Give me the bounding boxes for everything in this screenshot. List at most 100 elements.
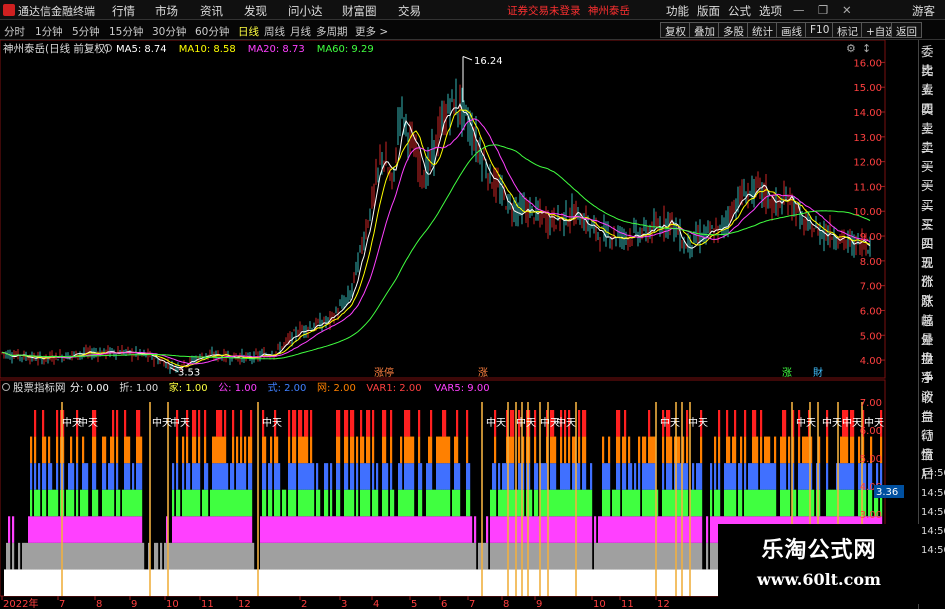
indicator-bar <box>412 436 415 464</box>
indicator-bar <box>500 516 503 543</box>
indicator-bar <box>216 436 219 464</box>
indicator-bar <box>116 516 119 543</box>
indicator-bar <box>496 516 499 543</box>
indicator-bar <box>84 516 87 543</box>
indicator-bar <box>798 489 801 517</box>
indicator-bar <box>478 542 481 570</box>
menu-function[interactable]: 功能 <box>666 3 689 19</box>
indicator-bar <box>568 436 571 464</box>
mark-button[interactable]: 标记 <box>832 22 863 38</box>
menu-news[interactable]: 资讯 <box>200 3 223 19</box>
period-tab[interactable]: 1分钟 <box>35 24 63 39</box>
indicator-bar <box>794 489 797 517</box>
login-notice[interactable]: 证券交易未登录 神州泰岳 <box>507 3 630 18</box>
draw-button[interactable]: 画线 <box>776 22 807 38</box>
indicator-bar <box>276 436 279 464</box>
indicator-bar <box>186 436 189 464</box>
indicator-bar <box>328 569 331 596</box>
menu-layout[interactable]: 版面 <box>697 3 720 19</box>
indicator-bar <box>204 410 207 437</box>
indicator-bar <box>352 463 355 490</box>
indicator-bar <box>294 489 297 517</box>
indicator-bar <box>396 516 399 543</box>
indicator-bar <box>650 516 653 543</box>
indicator-bar <box>206 542 209 570</box>
indicator-bar <box>500 542 503 570</box>
indicator-bar <box>156 569 159 596</box>
x-tick-label: 11 <box>621 599 634 609</box>
indicator-bar <box>30 516 33 543</box>
period-tab[interactable]: 30分钟 <box>152 24 186 39</box>
menu-trade[interactable]: 交易 <box>398 3 421 19</box>
indicator-bar <box>18 569 21 596</box>
period-tab[interactable]: 15分钟 <box>109 24 143 39</box>
indicator-bar <box>532 542 535 570</box>
indicator-bar <box>392 569 395 596</box>
indicator-bar <box>70 542 73 570</box>
indicator-bar <box>534 489 537 517</box>
indicator-bar <box>562 542 565 570</box>
indicator-bar <box>448 569 451 596</box>
menu-discover[interactable]: 发现 <box>244 3 267 19</box>
indicator-bar <box>92 463 95 490</box>
menu-market[interactable]: 市场 <box>155 3 178 19</box>
minimize-icon[interactable]: — <box>793 3 805 17</box>
indicator-bar <box>232 489 235 517</box>
indicator-bar <box>632 542 635 570</box>
indicator-bar <box>198 516 201 543</box>
period-tab-active[interactable]: 日线 <box>238 24 259 39</box>
back-button[interactable]: 返回 <box>891 22 922 38</box>
indicator-bar <box>422 569 425 596</box>
indicator-bar <box>334 569 337 596</box>
more-periods[interactable]: 更多 > <box>355 24 388 39</box>
indicator-bar <box>302 542 305 570</box>
indicator-bar <box>310 463 313 490</box>
menu-formula[interactable]: 公式 <box>728 3 751 19</box>
indicator-bar <box>634 569 637 596</box>
period-tab[interactable]: 分时 <box>4 24 25 39</box>
indicator-bar <box>204 516 207 543</box>
indicator-bar <box>244 516 247 543</box>
settings-gear-icon[interactable]: ⚙ <box>846 42 856 55</box>
adjust-button[interactable]: 复权 <box>660 22 691 38</box>
indicator-bar <box>40 542 43 570</box>
menu-quotes[interactable]: 行情 <box>112 3 135 19</box>
period-tab[interactable]: 周线 <box>264 24 285 39</box>
indicator-bar <box>248 463 251 490</box>
indicator-bar <box>262 463 265 490</box>
indicator-bar <box>560 436 563 464</box>
period-tab[interactable]: 多周期 <box>316 24 348 39</box>
f10-button[interactable]: F10 <box>805 22 835 38</box>
indicator-bar <box>78 569 81 596</box>
guest-label[interactable]: 游客 <box>912 3 935 19</box>
overlay-button[interactable]: 叠加 <box>689 22 720 38</box>
indicator-bar <box>408 542 411 570</box>
indicator-bar <box>430 516 433 543</box>
indicator-bar <box>636 569 639 596</box>
close-icon[interactable]: ✕ <box>842 3 852 17</box>
menu-ask[interactable]: 问小达 <box>288 3 323 19</box>
period-tab[interactable]: 5分钟 <box>72 24 100 39</box>
period-tab[interactable]: 月线 <box>290 24 311 39</box>
menu-options[interactable]: 选项 <box>759 3 782 19</box>
indicator-bar <box>434 542 437 570</box>
indicator-bar <box>106 542 109 570</box>
toggle-arrow-icon[interactable]: ↕ <box>862 42 871 55</box>
period-tab[interactable]: 60分钟 <box>195 24 229 39</box>
stats-button[interactable]: 统计 <box>747 22 778 38</box>
indicator-bar <box>316 516 319 543</box>
indicator-bar <box>386 463 389 490</box>
indicator-bar <box>360 569 363 596</box>
menu-wealth[interactable]: 财富圈 <box>342 3 377 19</box>
multi-stock-button[interactable]: 多股 <box>718 22 749 38</box>
indicator-label: 式: 2.00 <box>268 381 307 394</box>
indicator-bar <box>494 436 497 464</box>
signal-label: 中天 <box>660 416 680 429</box>
indicator-bar <box>194 516 197 543</box>
indicator-bar <box>554 436 557 464</box>
restore-icon[interactable]: ❐ <box>818 3 828 17</box>
indicator-bar <box>572 516 575 543</box>
indicator-bar <box>164 542 167 570</box>
indicator-bar <box>494 489 497 517</box>
indicator-y-tick: 7.00 <box>860 398 882 409</box>
